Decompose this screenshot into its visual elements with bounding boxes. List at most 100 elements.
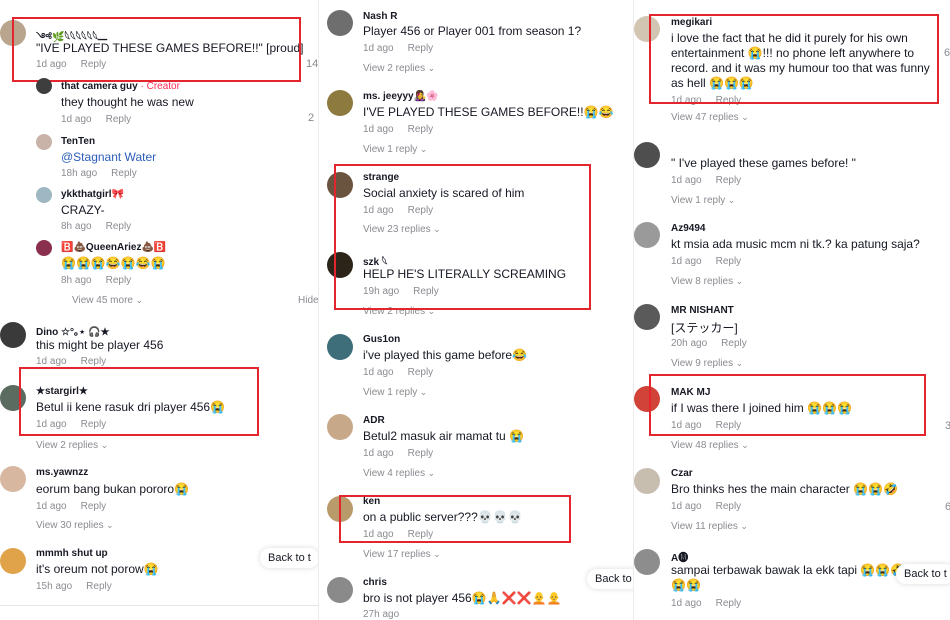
view-replies[interactable]: View 1 reply [363,387,427,398]
comments-panel-middle[interactable]: Nash R Player 456 or Player 001 from sea… [318,0,634,620]
comments-panel-left[interactable]: ༺🌿𓆩𓆩𓆩𓆩𓆩𓆩ـــ "IVE PLAYED THESE GAMES BEFO… [0,0,318,620]
comment-text: record. and it was my humour too that wa… [671,61,930,75]
comment-username[interactable]: ★stargirl★ [36,386,88,397]
comment-username[interactable]: MAK MJ [671,387,710,398]
reply-button[interactable]: Reply [111,168,137,179]
avatar[interactable] [327,496,353,522]
reply-button[interactable]: Reply [408,124,434,135]
back-to-top-button[interactable]: Back to [587,569,634,589]
comment-username[interactable]: mmmh shut up [36,548,108,559]
reply-button[interactable]: Reply [81,356,107,367]
comment-username[interactable]: Czar [671,468,693,479]
comments-panel-right[interactable]: megikari i love the fact that he did it … [633,0,950,620]
reply-button[interactable]: Reply [81,501,107,512]
reply-button[interactable]: Reply [408,43,434,54]
comment-username[interactable]: megikari [671,17,712,28]
avatar[interactable] [327,334,353,360]
avatar[interactable] [0,548,26,574]
view-replies[interactable]: View 2 replies [36,440,108,451]
back-to-top-button[interactable]: Back to t [896,564,950,584]
comment-meta: 1d ago Reply [671,501,741,512]
comment-time: 1d ago [36,419,67,430]
comment-username[interactable]: that camera guy · Creator [61,81,180,92]
reply-button[interactable]: Reply [86,581,112,592]
view-replies[interactable]: View 2 replies [363,306,435,317]
avatar[interactable] [634,16,660,42]
avatar[interactable] [0,466,26,492]
avatar[interactable] [327,252,353,278]
reply-button[interactable]: Reply [716,501,742,512]
hide-replies[interactable]: Hide [298,295,318,306]
avatar[interactable] [634,386,660,412]
comment-meta: 1d ago Reply [36,419,106,430]
reply-button[interactable]: Reply [716,95,742,106]
view-replies[interactable]: View 4 replies [363,468,435,479]
avatar[interactable] [327,414,353,440]
reply-button[interactable]: Reply [408,205,434,216]
mention-link[interactable]: @Stagnant Water [61,150,156,164]
view-replies[interactable]: View 8 replies [671,276,743,287]
avatar[interactable] [36,240,52,256]
avatar[interactable] [634,549,660,575]
comment-username[interactable]: MR NISHANT [671,305,734,316]
reply-button[interactable]: Reply [716,598,742,609]
reply-button[interactable]: Reply [106,275,132,286]
view-replies[interactable]: View 11 replies [671,521,748,532]
reply-button[interactable]: Reply [81,59,107,70]
view-replies[interactable]: View 47 replies [671,112,749,123]
avatar[interactable] [327,90,353,116]
view-replies[interactable]: View 48 replies [671,440,749,451]
comment-username[interactable]: Dino ☆°｡⋆ 🎧★ [36,323,109,338]
reply-button[interactable]: Reply [413,286,439,297]
comment-time: 1d ago [363,205,394,216]
reply-button[interactable]: Reply [408,529,434,540]
avatar[interactable] [36,78,52,94]
comment-username[interactable]: Az9494 [671,223,705,234]
view-replies[interactable]: View 30 replies [36,520,114,531]
comment-meta: 1d ago Reply [363,529,433,540]
comment-username[interactable]: strange [363,172,399,183]
avatar[interactable] [634,304,660,330]
reply-button[interactable]: Reply [716,175,742,186]
avatar[interactable] [634,468,660,494]
view-more-replies[interactable]: View 45 more [72,295,143,306]
view-replies[interactable]: View 2 replies [363,63,435,74]
view-replies[interactable]: View 1 reply [363,144,427,155]
avatar[interactable] [327,10,353,36]
reply-button[interactable]: Reply [81,419,107,430]
comment-username[interactable]: A🅜 [671,549,688,564]
avatar[interactable] [327,172,353,198]
reply-button[interactable]: Reply [106,221,132,232]
comment-username[interactable]: 🅱️💩QueenAriez💩🅱️ [61,242,166,253]
view-replies[interactable]: View 17 replies [363,549,441,560]
comment-username[interactable]: Gus1on [363,334,400,345]
comment-username[interactable]: ms. jeeyyy👩‍🎤🌸 [363,91,439,102]
avatar[interactable] [36,134,52,150]
avatar[interactable] [634,142,660,168]
avatar[interactable] [0,20,26,46]
view-replies[interactable]: View 1 reply [671,195,735,206]
comment-time: 18h ago [61,168,98,179]
view-replies[interactable]: View 23 replies [363,224,441,235]
reply-button[interactable]: Reply [408,367,434,378]
back-to-top-button[interactable]: Back to t [260,548,318,568]
avatar[interactable] [327,577,353,603]
comment-username[interactable]: TenTen [61,136,95,147]
reply-button[interactable]: Reply [408,448,434,459]
avatar[interactable] [0,322,26,348]
avatar[interactable] [634,222,660,248]
avatar[interactable] [0,385,26,411]
comment-text: "IVE PLAYED THESE GAMES BEFORE!!" [proud… [36,41,304,55]
comment-username[interactable]: ykkthatgirl🎀 [61,189,124,200]
reply-button[interactable]: Reply [716,420,742,431]
comment-username[interactable]: chris [363,577,387,588]
comment-username[interactable]: ADR [363,415,385,426]
comment-username[interactable]: ken [363,496,380,507]
comment-username[interactable]: ms.yawnzz [36,467,88,478]
comment-username[interactable]: Nash R [363,11,397,22]
reply-button[interactable]: Reply [716,256,742,267]
avatar[interactable] [36,187,52,203]
view-replies[interactable]: View 9 replies [671,358,743,369]
reply-button[interactable]: Reply [721,338,747,349]
reply-button[interactable]: Reply [106,114,132,125]
